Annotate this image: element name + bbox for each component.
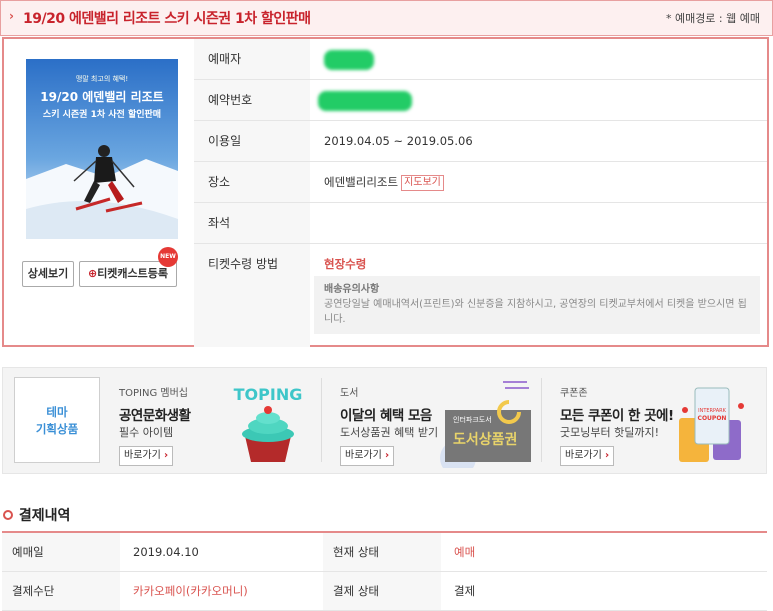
payment-method-label: 결제수단 — [2, 572, 120, 610]
coupon-text: COUPON — [698, 415, 727, 422]
new-badge: NEW — [158, 247, 178, 267]
toping-logo: TOPING — [234, 385, 303, 404]
booking-route: * 예매경로 : 웹 예매 — [665, 12, 760, 25]
seat-row: 좌석 — [194, 203, 767, 244]
page-title: 19/20 에덴밸리 리조트 스키 시즌권 1차 할인판매 — [23, 11, 311, 27]
payment-row: 예매일 2019.04.10 현재 상태 예매 — [2, 533, 767, 572]
date-label: 이용일 — [194, 121, 310, 161]
theme-products-box[interactable]: 테마 기획상품 — [14, 377, 100, 463]
promo-card-1-go-button[interactable]: 바로가기 › — [119, 446, 174, 466]
theme-label-1: 테마 — [46, 405, 68, 419]
payment-section-title: 결제내역 — [18, 508, 71, 524]
chevron-right-icon: › — [9, 9, 14, 23]
place-row: 장소 에덴밸리리조트 지도보기 — [194, 162, 767, 203]
seat-label: 좌석 — [194, 203, 310, 243]
toping-cupcake-image: TOPING — [223, 380, 313, 468]
promo-card-1-title: 공연문화생활 — [119, 408, 191, 424]
chevron-right-icon: › — [164, 450, 169, 461]
go-label: 바로가기 — [345, 450, 382, 461]
poster-title: 19/20 에덴밸리 리조트 — [40, 89, 163, 104]
order-date-label: 예매일 — [2, 533, 120, 571]
notice-title: 배송유의사항 — [324, 284, 380, 295]
promo-card-2-category: 도서 — [340, 388, 359, 399]
reservation-label: 예약번호 — [194, 80, 310, 120]
order-date-value: 2019.04.10 — [133, 545, 199, 559]
payment-status-value: 결제 — [454, 584, 476, 598]
promo-card-1-category: TOPING 멤버십 — [119, 388, 188, 399]
poster-subtitle: 스키 시즌권 1차 사전 할인판매 — [43, 108, 161, 120]
go-label: 바로가기 — [124, 450, 161, 461]
ticket-add-icon: ⊕ — [87, 267, 98, 280]
book-voucher-image: 인터파크도서 도서상품권 — [423, 380, 533, 476]
booker-label: 예매자 — [194, 39, 310, 79]
chevron-right-icon: › — [605, 450, 610, 461]
reservation-row: 예약번호 — [194, 80, 767, 121]
current-status-value: 예매 — [454, 545, 476, 559]
current-status-label: 현재 상태 — [323, 533, 441, 571]
promo-card-2-title: 이달의 혜택 모음 — [340, 408, 432, 424]
payment-table: 예매일 2019.04.10 현재 상태 예매 결제수단 카카오페이(카카오머니… — [2, 531, 767, 611]
chevron-right-icon: › — [385, 450, 390, 461]
booking-info-table: 예매자 예약번호 이용일 2019.04.05 ~ 2019.05.06 장소 … — [194, 39, 767, 347]
theme-label-2: 기획상품 — [35, 422, 79, 436]
reservation-value-masked — [318, 80, 412, 120]
go-label: 바로가기 — [565, 450, 602, 461]
receive-label: 티켓수령 방법 — [194, 244, 310, 347]
voucher-small-text: 인터파크도서 — [453, 415, 492, 424]
place-value: 에덴밸리리조트 — [324, 175, 399, 189]
promo-card-3-title: 모든 쿠폰이 한 곳에! — [560, 408, 674, 424]
place-cell: 에덴밸리리조트 지도보기 — [324, 162, 444, 202]
booker-value-masked — [324, 39, 374, 79]
promo-card-1-subtitle: 필수 아이템 — [119, 426, 174, 439]
booking-panel: 맹말 최고의 혜택! 19/20 에덴밸리 리조트 스키 시즌권 1차 사전 할… — [2, 37, 769, 347]
payment-method-value: 카카오페이(카카오머니) — [133, 584, 248, 598]
promo-card-3-subtitle: 굿모닝부터 핫딜까지! — [560, 426, 659, 439]
payment-status-label: 결제 상태 — [323, 572, 441, 610]
notice-text: 공연당일날 예매내역서(프린트)와 신분증을 지참하시고, 공연장의 티켓교부처… — [324, 299, 747, 325]
voucher-text: 도서상품권 — [453, 432, 517, 448]
place-label: 장소 — [194, 162, 310, 202]
payment-section-header: 결제내역 — [3, 505, 70, 525]
page-header: › 19/20 에덴밸리 리조트 스키 시즌권 1차 할인판매 * 예매경로 :… — [0, 0, 773, 36]
promo-card-3-category: 쿠폰존 — [560, 388, 588, 399]
ticketcast-label: 티켓캐스트등록 — [97, 267, 169, 280]
delivery-notice: 배송유의사항 공연당일날 예매내역서(프린트)와 신분증을 지참하시고, 공연장… — [314, 276, 760, 334]
divider — [321, 378, 322, 462]
payment-row: 결제수단 카카오페이(카카오머니) 결제 상태 결제 — [2, 572, 767, 611]
date-row: 이용일 2019.04.05 ~ 2019.05.06 — [194, 121, 767, 162]
booker-row: 예매자 — [194, 39, 767, 80]
map-button[interactable]: 지도보기 — [401, 174, 444, 191]
promo-card-3-go-button[interactable]: 바로가기 › — [560, 446, 615, 466]
bullet-circle-icon — [3, 510, 13, 520]
date-value: 2019.04.05 ~ 2019.05.06 — [324, 134, 473, 148]
promo-card-2-go-button[interactable]: 바로가기 › — [340, 446, 395, 466]
coupon-image: INTERPARK COUPON — [671, 380, 753, 468]
event-poster[interactable]: 맹말 최고의 혜택! 19/20 에덴밸리 리조트 스키 시즌권 1차 사전 할… — [26, 59, 178, 239]
promo-strip: 테마 기획상품 TOPING 멤버십 공연문화생활 필수 아이템 바로가기 › … — [2, 367, 767, 476]
coupon-brand-text: INTERPARK — [698, 408, 726, 414]
ski-poster-image: 맹말 최고의 혜택! 19/20 에덴밸리 리조트 스키 시즌권 1차 사전 할… — [26, 59, 178, 239]
divider — [541, 378, 542, 462]
poster-tagline: 맹말 최고의 혜택! — [76, 74, 128, 83]
detail-button[interactable]: 상세보기 — [22, 261, 74, 287]
